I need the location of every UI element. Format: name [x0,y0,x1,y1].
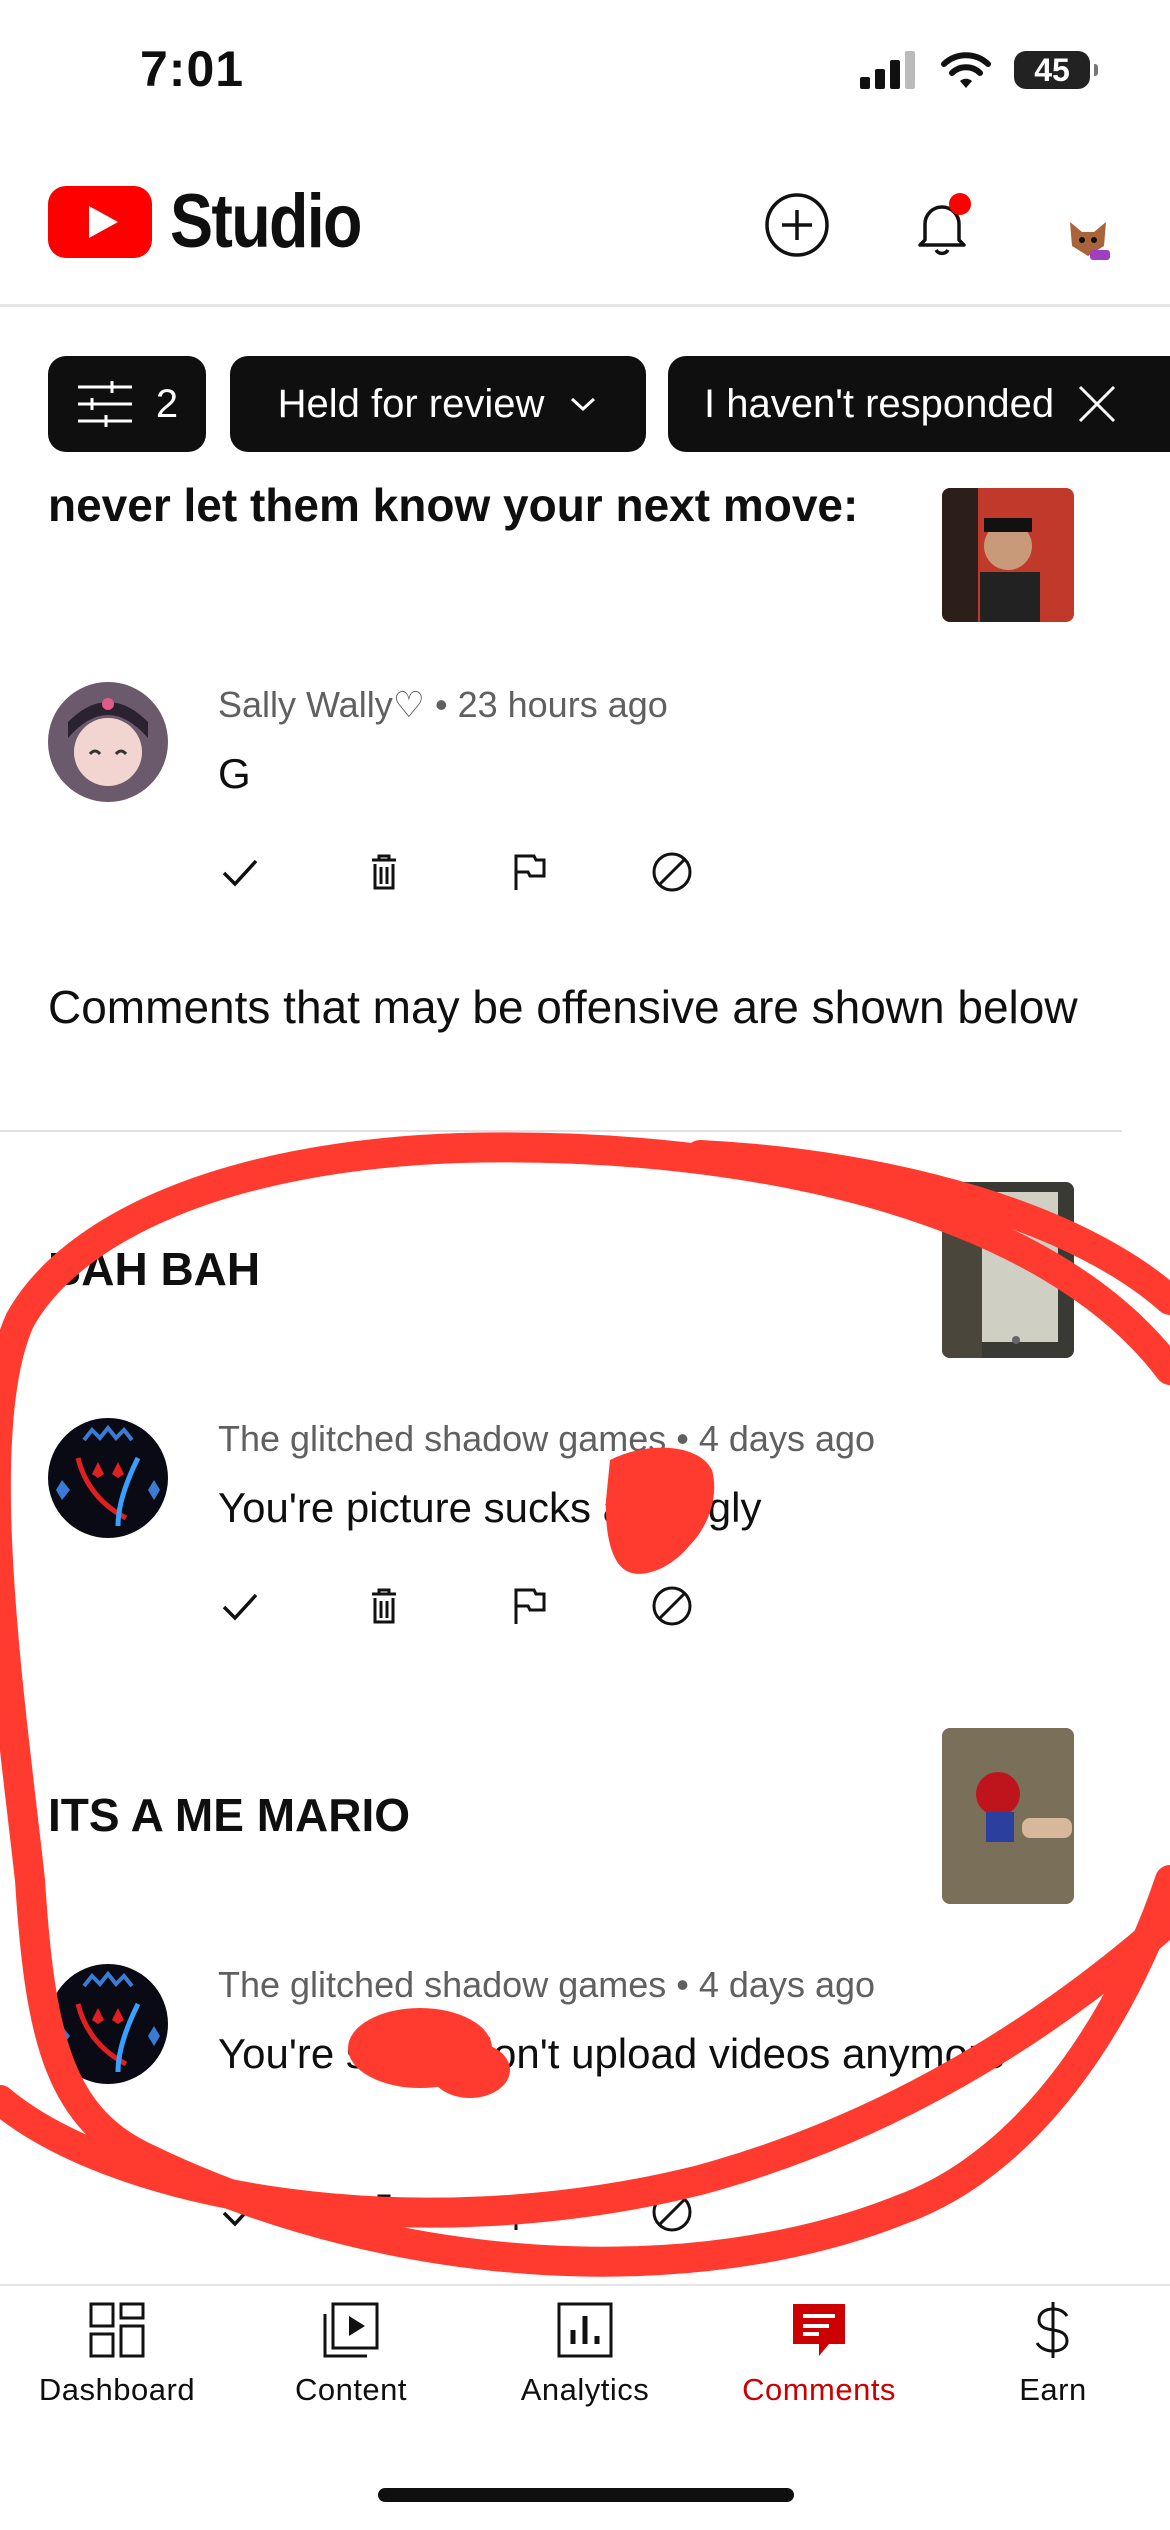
comment-time: • 4 days ago [676,1964,876,2005]
commenter-avatar[interactable] [48,1964,168,2084]
trash-icon [372,1588,396,1624]
block-icon [652,1586,692,1626]
nav-dashboard[interactable]: Dashboard [0,2300,234,2408]
wifi-icon [941,52,991,88]
bell-icon [918,193,971,256]
approve-button[interactable] [210,2182,270,2242]
home-indicator[interactable] [378,2488,794,2502]
thumbnail-image [942,1182,1074,1358]
create-button[interactable] [762,190,832,260]
nav-label: Earn [1019,2372,1087,2407]
close-icon[interactable] [1076,383,1118,425]
header-divider [0,304,1170,307]
avatar-image [48,1964,168,2084]
comment-text: You're picture sucks and ugly [218,1484,762,1531]
hide-user-button[interactable] [642,842,702,902]
comment-time: • 4 days ago [676,1418,876,1459]
nav-analytics[interactable]: Analytics [468,2300,702,2408]
app-name: Studio [170,179,362,264]
comment-meta: The glitched shadow games • 4 days ago [218,1964,875,2006]
thumbnail-image [942,488,1074,622]
dollar-icon [1035,2302,1069,2358]
report-button[interactable] [498,1576,558,1636]
battery-indicator: 45 [1014,51,1098,89]
nav-comments[interactable]: Comments [702,2300,936,2408]
flag-icon [514,1588,546,1624]
video-title[interactable]: never let them know your next move: [48,476,928,534]
comment-meta: The glitched shadow games • 4 days ago [218,1418,875,1460]
block-icon [652,852,692,892]
approve-button[interactable] [210,842,270,902]
report-button[interactable] [498,2182,558,2242]
status-time: 7:01 [140,41,245,97]
comment-author[interactable]: The glitched shadow games [218,1964,666,2005]
dashboard-icon [89,2302,145,2358]
filter-count: 2 [155,381,179,426]
status-icons: 45 [860,50,1098,90]
video-title[interactable]: ITS A ME MARIO [48,1786,928,1844]
commenter-avatar[interactable] [48,682,168,802]
flag-icon [514,854,546,890]
thumbnail-image [942,1728,1074,1904]
report-button[interactable] [498,842,558,902]
hide-user-button[interactable] [642,2182,702,2242]
not-responded-label: I haven't responded [704,381,1055,426]
avatar-image [48,682,168,802]
comment-author[interactable]: The glitched shadow games [218,1418,666,1459]
youtube-studio-logo[interactable]: Studio [48,178,394,265]
comment-text: G [218,750,251,797]
sliders-icon [77,381,132,427]
video-thumbnail[interactable] [942,1182,1074,1358]
comment-meta: Sally Wally♡ • 23 hours ago [218,684,668,726]
section-divider [0,1130,1122,1132]
check-icon [222,2199,258,2227]
fox-avatar-icon [1070,222,1110,260]
analytics-icon [557,2302,613,2358]
plus-circle-icon [765,193,829,257]
trash-icon [372,854,396,890]
comments-icon [793,2304,845,2356]
nav-label: Dashboard [38,2372,196,2407]
block-icon [652,2192,692,2232]
chevron-down-icon [571,397,596,412]
check-icon [222,1593,258,1621]
comment-author[interactable]: Sally Wally♡ [218,684,425,725]
video-thumbnail[interactable] [942,488,1074,622]
video-title[interactable]: BAH BAH [48,1240,928,1298]
nav-content[interactable]: Content [234,2300,468,2408]
nav-earn[interactable]: Earn [936,2300,1170,2408]
nav-label: Content [294,2372,408,2407]
video-thumbnail[interactable] [942,1728,1074,1904]
hide-user-button[interactable] [642,1576,702,1636]
cellular-signal-icon [860,51,915,89]
avatar-image [48,1418,168,1538]
content-icon [323,2302,379,2358]
check-icon [222,859,258,887]
bottom-nav-divider [0,2284,1170,2286]
not-responded-chip[interactable]: I haven't responded [668,356,1170,452]
delete-button[interactable] [354,842,414,902]
comment-time: • 23 hours ago [434,684,668,725]
held-for-review-label: Held for review [277,381,545,426]
held-for-review-chip[interactable]: Held for review [230,356,646,452]
offensive-notice: Comments that may be offensive are shown… [48,981,1078,1033]
filter-settings-chip[interactable]: 2 [48,356,206,452]
flag-icon [514,2194,546,2230]
notifications-button[interactable] [908,190,978,260]
delete-button[interactable] [354,2182,414,2242]
commenter-avatar[interactable] [48,1418,168,1538]
nav-label: Comments [742,2372,896,2407]
channel-avatar[interactable] [1062,212,1114,264]
delete-button[interactable] [354,1576,414,1636]
approve-button[interactable] [210,1576,270,1636]
trash-icon [372,2194,396,2230]
nav-label: Analytics [520,2372,650,2407]
comment-text: You're stupid don't upload videos anymor… [218,2030,1006,2077]
youtube-logo-icon [48,185,152,258]
